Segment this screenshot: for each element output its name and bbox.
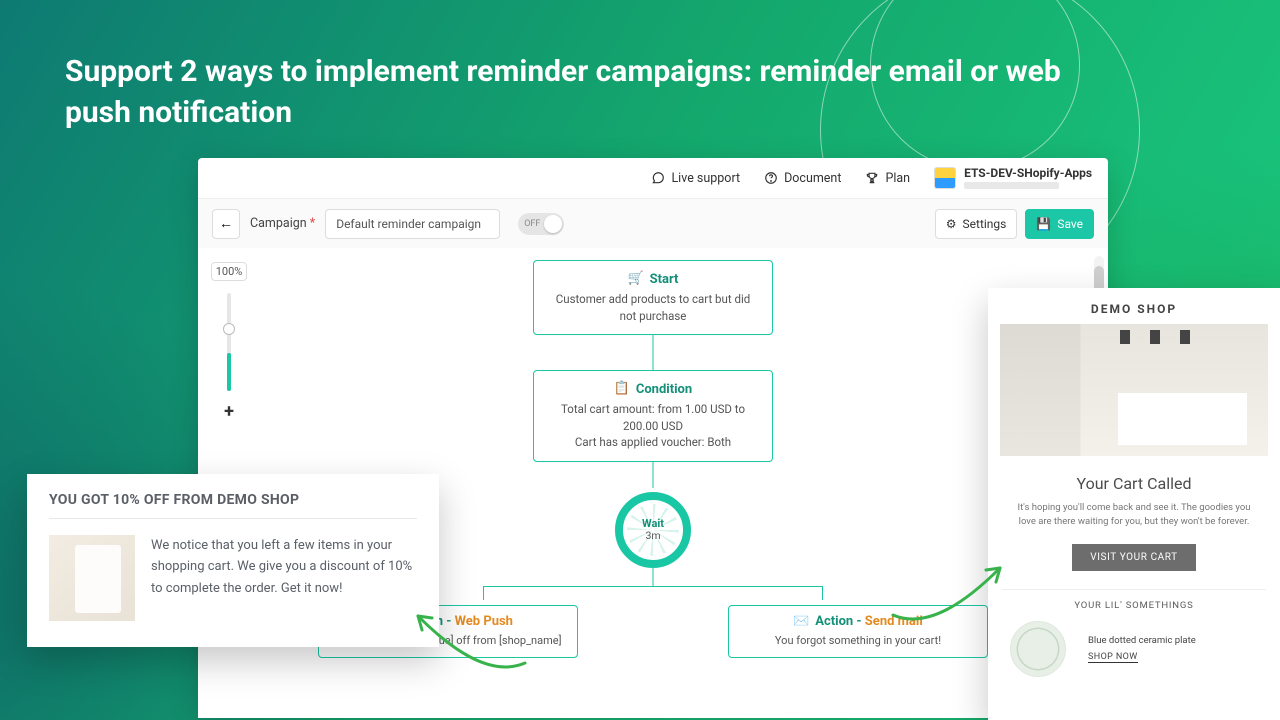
toggle-label: OFF [524, 219, 540, 229]
email-product-text: Blue dotted ceramic plate SHOP NOW [1088, 635, 1196, 663]
account-name: ETS-DEV-SHopify-Apps [964, 167, 1092, 179]
node-condition-title: Condition [636, 382, 692, 397]
plan-link[interactable]: Plan [865, 171, 910, 186]
zoom-percent-badge[interactable]: 100% [211, 262, 248, 281]
trophy-icon [865, 171, 879, 185]
node-condition[interactable]: 📋 Condition Total cart amount: from 1.00 … [533, 370, 773, 462]
store-icon [934, 167, 956, 189]
zoom-in-button[interactable]: + [224, 401, 234, 422]
editor-toolbar: ← Campaign * Default reminder campaign O… [198, 198, 1108, 248]
help-icon [764, 171, 778, 185]
email-brand: DEMO SHOP [988, 302, 1280, 316]
back-button[interactable]: ← [212, 209, 240, 239]
email-hero-image [1000, 324, 1268, 456]
node-start-body: Customer add products to cart but did no… [548, 291, 758, 324]
settings-button[interactable]: ⚙ Settings [935, 209, 1018, 239]
node-start-title: Start [650, 272, 679, 287]
live-support-label: Live support [671, 171, 740, 186]
zoom-controls: 100% + [212, 262, 246, 422]
page-headline: Support 2 ways to implement reminder cam… [65, 52, 1100, 133]
gear-icon: ⚙ [946, 217, 957, 231]
campaign-enabled-toggle[interactable]: OFF [518, 213, 564, 235]
zoom-slider[interactable] [227, 293, 231, 391]
email-shop-now-link[interactable]: SHOP NOW [1088, 652, 1138, 663]
plan-label: Plan [885, 171, 910, 186]
chat-icon [651, 171, 665, 185]
toggle-knob [544, 215, 562, 233]
email-subhead: YOUR LIL' SOMETHINGS [1002, 589, 1266, 611]
node-start[interactable]: 🛒 Start Customer add products to cart but… [533, 260, 773, 335]
cart-icon: 🛒 [628, 271, 644, 287]
campaign-label: Campaign * [250, 216, 315, 231]
clipboard-icon: 📋 [614, 381, 630, 397]
document-label: Document [784, 171, 841, 186]
webpush-preview-card: YOU GOT 10% OFF FROM DEMO SHOP We notice… [27, 474, 439, 647]
document-link[interactable]: Document [764, 171, 841, 186]
settings-label: Settings [963, 217, 1007, 231]
save-icon: 💾 [1036, 217, 1051, 231]
node-action-sendmail-body: You forgot something in your cart! [739, 634, 977, 647]
webpush-preview-image [49, 535, 135, 621]
account-switcher[interactable]: ETS-DEV-SHopify-Apps [934, 167, 1092, 189]
webpush-preview-title: YOU GOT 10% OFF FROM DEMO SHOP [49, 492, 417, 519]
email-cta-button[interactable]: VISIT YOUR CART [1072, 544, 1196, 571]
mail-icon: ✉️ [793, 614, 809, 630]
node-wait-value: 3m [642, 530, 664, 543]
campaign-name-input[interactable]: Default reminder campaign [325, 209, 500, 239]
email-heading: Your Cart Called [988, 474, 1280, 493]
live-support-link[interactable]: Live support [651, 171, 740, 186]
node-condition-body: Total cart amount: from 1.00 USD to 200.… [548, 401, 758, 451]
webpush-preview-body: We notice that you left a few items in y… [151, 535, 417, 621]
arrow-to-webpush [410, 608, 530, 678]
email-product-image [1010, 621, 1066, 677]
email-preview-card: DEMO SHOP Your Cart Called It's hoping y… [988, 288, 1280, 720]
topbar: Live support Document Plan ETS-DEV-SHopi… [198, 158, 1108, 198]
arrow-to-email [888, 560, 1008, 630]
node-wait[interactable]: Wait 3m [615, 492, 691, 568]
save-label: Save [1057, 217, 1083, 231]
email-lead: It's hoping you'll come back and see it.… [988, 501, 1280, 530]
email-product-name: Blue dotted ceramic plate [1088, 635, 1196, 646]
account-sublabel-placeholder [964, 182, 1059, 189]
save-button[interactable]: 💾 Save [1025, 209, 1094, 239]
